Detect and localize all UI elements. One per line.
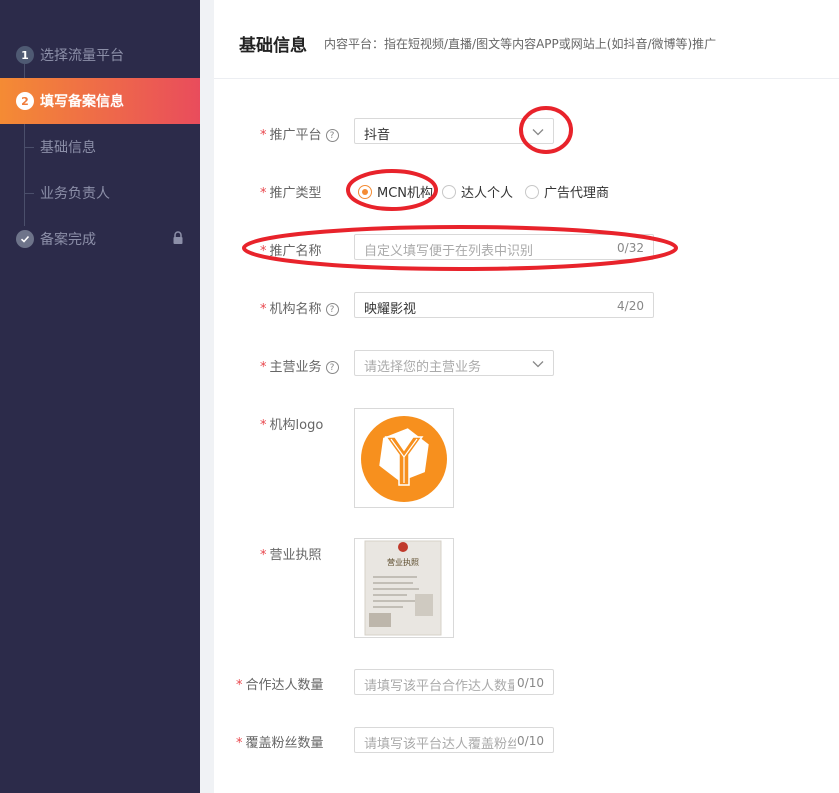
type-label: * 推广类型 — [260, 186, 322, 201]
lock-icon — [173, 231, 183, 244]
fans-count-input[interactable]: 请填写该平台达人覆盖粉丝数量 0/10 — [354, 727, 554, 753]
help-icon[interactable]: ? — [325, 129, 339, 142]
promo-name-input[interactable]: 自定义填写便于在列表中识别 0/32 — [354, 234, 654, 260]
radio-dot — [525, 184, 539, 199]
step-label: 填写备案信息 — [40, 94, 124, 110]
main-panel: 基础信息 内容平台：指在短视频/直播/图文等内容APP或网站上(如抖音/微博等)… — [214, 0, 839, 793]
org-logo-image — [361, 416, 447, 502]
business-license-image: 营业执照 — [364, 540, 442, 636]
char-counter: 0/10 — [517, 676, 544, 690]
help-icon[interactable]: ? — [325, 361, 339, 374]
sidebar-step-record-complete: 备案完成 — [0, 217, 200, 261]
logo-label: * 机构logo — [260, 418, 324, 433]
talent-count-placeholder: 请填写该平台合作达人数量 — [364, 679, 514, 694]
sidebar-step-select-platform[interactable]: 1 选择流量平台 — [0, 33, 200, 77]
org-name-input[interactable]: 映耀影视 4/20 — [354, 292, 654, 318]
promo-name-placeholder: 自定义填写便于在列表中识别 — [364, 244, 534, 259]
sidebar-step-fill-record-info[interactable]: 2 填写备案信息 — [0, 78, 200, 124]
sidebar-item-label: 基础信息 — [40, 140, 96, 156]
talent-count-label: * 合作达人数量 — [236, 678, 324, 693]
org-name-value: 映耀影视 — [364, 302, 417, 317]
license-upload[interactable]: 营业执照 — [354, 538, 454, 638]
radio-mcn[interactable]: MCN机构 — [358, 182, 433, 201]
section-header: 基础信息 内容平台：指在短视频/直播/图文等内容APP或网站上(如抖音/微博等)… — [214, 0, 839, 79]
char-counter: 0/32 — [617, 241, 644, 255]
radio-individual[interactable]: 达人个人 — [442, 182, 513, 201]
license-label: * 营业执照 — [260, 548, 322, 563]
step-number: 2 — [16, 92, 34, 110]
platform-label: * 推广平台? — [260, 124, 339, 143]
chevron-down-icon — [532, 361, 544, 368]
chevron-down-icon — [532, 129, 544, 136]
page-subtitle: 内容平台：指在短视频/直播/图文等内容APP或网站上(如抖音/微博等)推广 — [324, 37, 717, 51]
business-select[interactable]: 请选择您的主营业务 — [354, 350, 554, 376]
business-placeholder: 请选择您的主营业务 — [364, 360, 482, 375]
check-icon — [16, 230, 34, 248]
promo-name-label: * 推广名称 — [260, 244, 322, 259]
char-counter: 0/10 — [517, 734, 544, 748]
radio-dot — [358, 184, 372, 199]
sidebar-item-basic-info[interactable]: 基础信息 — [0, 127, 200, 167]
radio-ad-agency[interactable]: 广告代理商 — [525, 182, 609, 201]
talent-count-input[interactable]: 请填写该平台合作达人数量 0/10 — [354, 669, 554, 695]
fans-count-label: * 覆盖粉丝数量 — [236, 736, 324, 751]
help-icon[interactable]: ? — [325, 303, 339, 316]
fans-count-placeholder: 请填写该平台达人覆盖粉丝数量 — [364, 737, 516, 752]
sidebar: 1 选择流量平台 2 填写备案信息 基础信息 业务负责人 备案完成 — [0, 0, 200, 793]
radio-dot — [442, 184, 456, 199]
step-number: 1 — [16, 46, 34, 64]
step-label: 选择流量平台 — [40, 48, 124, 64]
sidebar-item-business-owner[interactable]: 业务负责人 — [0, 173, 200, 213]
sidebar-item-label: 业务负责人 — [40, 186, 110, 202]
platform-select[interactable]: 抖音 — [354, 118, 554, 144]
step-label: 备案完成 — [40, 232, 96, 248]
business-label: * 主营业务? — [260, 356, 339, 375]
char-counter: 4/20 — [617, 299, 644, 313]
logo-upload[interactable] — [354, 408, 454, 508]
org-name-label: * 机构名称? — [260, 298, 339, 317]
platform-value: 抖音 — [364, 128, 391, 143]
page-title: 基础信息 — [239, 36, 307, 56]
license-stamp-text: 营业执照 — [387, 557, 419, 567]
